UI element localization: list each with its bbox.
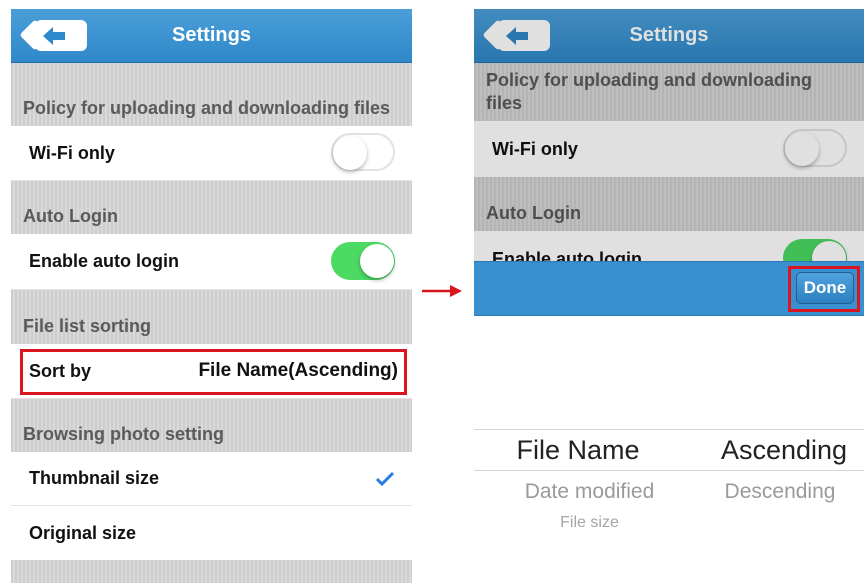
section-header-policy: Policy for uploading and downloading fil… bbox=[11, 63, 412, 126]
nav-bar: Settings bbox=[11, 9, 412, 63]
section-sorting-label: File list sorting bbox=[23, 316, 152, 336]
picker-col2-item[interactable]: Descending bbox=[696, 480, 864, 504]
section-policy-label: Policy for uploading and downloading fil… bbox=[23, 98, 391, 118]
wifi-only-label: Wi-Fi only bbox=[29, 142, 115, 163]
auto-login-label: Enable auto login bbox=[29, 251, 180, 271]
dim-overlay bbox=[474, 9, 864, 261]
thumbnail-size-row[interactable]: Thumbnail size bbox=[11, 452, 412, 506]
picker-col1-item[interactable]: Date modified bbox=[492, 480, 687, 504]
wifi-only-row: Wi-Fi only bbox=[11, 126, 412, 181]
transition-arrow-icon bbox=[422, 285, 462, 297]
page-title: Settings bbox=[172, 24, 251, 46]
original-size-row[interactable]: Original size bbox=[11, 506, 412, 560]
sort-picker[interactable]: File Name Date modified File size Ascend… bbox=[474, 315, 864, 583]
section-header-photo: Browsing photo setting bbox=[11, 399, 412, 452]
picker-selection-bottom bbox=[474, 470, 864, 471]
done-highlight bbox=[788, 266, 860, 312]
auto-login-toggle[interactable] bbox=[331, 241, 395, 280]
section-photo-label: Browsing photo setting bbox=[23, 424, 224, 444]
section-header-auto-login: Auto Login bbox=[11, 181, 412, 234]
auto-login-row: Enable auto login bbox=[11, 234, 412, 290]
picker-col2-selected[interactable]: Ascending bbox=[704, 435, 864, 466]
settings-screen-picker: Settings Policy for uploading and downlo… bbox=[474, 9, 864, 583]
section-auto-login-label: Auto Login bbox=[23, 206, 118, 226]
picker-col1-item[interactable]: File size bbox=[492, 514, 687, 532]
thumbnail-size-label: Thumbnail size bbox=[29, 468, 160, 488]
original-size-label: Original size bbox=[29, 522, 137, 543]
sort-by-highlight bbox=[20, 349, 407, 395]
section-header-bottom bbox=[11, 560, 412, 583]
picker-selection-top bbox=[474, 429, 864, 430]
section-header-sorting: File list sorting bbox=[11, 290, 412, 344]
checkmark-icon bbox=[376, 471, 394, 486]
wifi-only-toggle[interactable] bbox=[331, 133, 395, 171]
settings-screen: Settings Policy for uploading and downlo… bbox=[11, 9, 412, 583]
picker-col1-selected[interactable]: File Name bbox=[492, 435, 664, 466]
